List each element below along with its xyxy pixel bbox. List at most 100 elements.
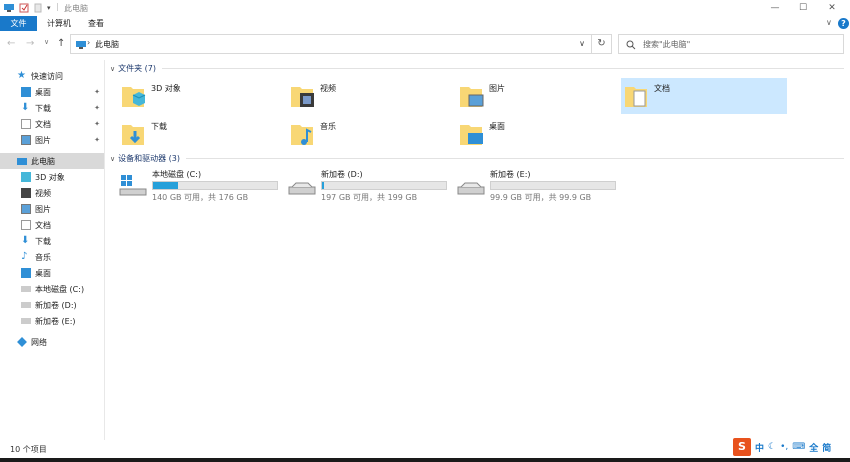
drive-c[interactable]: 本地磁盘 (C:) 140 GB 可用，共 176 GB — [116, 169, 286, 205]
documents-icon — [625, 87, 647, 107]
sidebar-item-documents-pc[interactable]: 文档 — [0, 217, 104, 233]
sidebar-item-pictures[interactable]: 图片 ✦ — [0, 132, 104, 148]
full-width-toggle[interactable]: 全 — [809, 441, 818, 454]
pin-icon[interactable]: ✦ — [94, 104, 100, 112]
sidebar-item-downloads-pc[interactable]: ⬇ 下载 — [0, 233, 104, 249]
folder-name: 图片 — [489, 84, 505, 93]
sidebar-item-this-pc[interactable]: 此电脑 — [0, 153, 104, 169]
up-arrow-icon[interactable]: ↑ — [57, 38, 65, 49]
address-bar[interactable]: › 此电脑 ∨ — [70, 34, 592, 54]
breadcrumb[interactable]: 此电脑 — [95, 39, 119, 50]
folder-videos[interactable]: 视频 — [287, 78, 453, 114]
collapse-chevron-icon[interactable]: ∨ — [110, 65, 115, 73]
search-input[interactable]: 搜索"此电脑" — [618, 34, 844, 54]
keyboard-icon[interactable]: ⌨ — [792, 442, 805, 452]
desktop-icon — [21, 268, 31, 278]
title-bar: ▾ | 此电脑 — ☐ ✕ — [0, 0, 850, 16]
folder-name: 下载 — [151, 122, 167, 131]
punctuation-icon[interactable]: •, — [780, 442, 788, 452]
breadcrumb-chevron-icon[interactable]: › — [87, 38, 90, 47]
sidebar-item-desktop[interactable]: 桌面 ✦ — [0, 84, 104, 100]
search-placeholder: 搜索"此电脑" — [643, 40, 691, 49]
sidebar-item-3d-objects[interactable]: 3D 对象 — [0, 169, 104, 185]
drive-e[interactable]: 新加卷 (E:) 99.9 GB 可用，共 99.9 GB — [454, 169, 624, 205]
sidebar-item-videos[interactable]: 视频 — [0, 185, 104, 201]
folder-music[interactable]: 音乐 — [287, 116, 453, 152]
sidebar-item-label: 下载 — [35, 103, 51, 113]
recent-dropdown-icon[interactable]: ∨ — [44, 38, 49, 46]
sidebar-item-label: 新加卷 (D:) — [35, 300, 77, 310]
drive-name: 新加卷 (E:) — [490, 170, 531, 179]
status-item-count: 10 个项目 — [10, 445, 47, 454]
document-icon — [21, 119, 31, 129]
sidebar-item-label: 桌面 — [35, 268, 51, 278]
sidebar-item-drive-c[interactable]: 本地磁盘 (C:) — [0, 281, 104, 297]
sidebar-item-drive-e[interactable]: 新加卷 (E:) — [0, 313, 104, 329]
folders-group-title: 文件夹 (7) — [118, 64, 156, 73]
drive-free-space: 140 GB 可用，共 176 GB — [152, 193, 249, 202]
folders-group-header[interactable]: ∨ 文件夹 (7) — [110, 63, 156, 74]
sidebar-item-label: 桌面 — [35, 87, 51, 97]
forward-arrow-icon[interactable]: → — [26, 38, 34, 49]
customize-toolbar-icon[interactable]: ▾ — [47, 4, 51, 12]
folder-name: 音乐 — [320, 122, 336, 131]
sidebar-item-network[interactable]: 网络 — [0, 334, 104, 350]
sidebar-item-label: 下载 — [35, 236, 51, 246]
drive-usage-fill — [153, 182, 178, 189]
folder-downloads[interactable]: 下载 — [118, 116, 284, 152]
sidebar-item-quick-access[interactable]: ★ 快速访问 — [0, 68, 104, 84]
drive-usage-bar — [152, 181, 278, 190]
help-icon[interactable]: ? — [838, 18, 849, 29]
folder-documents[interactable]: 文档 — [621, 78, 787, 114]
back-arrow-icon[interactable]: ← — [7, 38, 15, 49]
3d-objects-icon — [122, 87, 146, 107]
address-row: ← → ∨ ↑ › 此电脑 ∨ ↻ 搜索"此电脑" — [0, 32, 850, 56]
folder-pictures[interactable]: 图片 — [456, 78, 622, 114]
sidebar-item-drive-d[interactable]: 新加卷 (D:) — [0, 297, 104, 313]
sidebar-item-label: 3D 对象 — [35, 172, 65, 182]
tab-computer[interactable]: 计算机 — [40, 16, 78, 31]
folder-3d-objects[interactable]: 3D 对象 — [118, 78, 284, 114]
sidebar-item-label: 新加卷 (E:) — [35, 316, 76, 326]
sidebar-item-music[interactable]: ♪ 音乐 — [0, 249, 104, 265]
collapse-chevron-icon[interactable]: ∨ — [110, 155, 115, 163]
sidebar-item-pictures-pc[interactable]: 图片 — [0, 201, 104, 217]
downloads-icon — [122, 125, 144, 145]
sogou-logo-icon[interactable]: S — [733, 438, 751, 456]
drive-icon — [457, 182, 485, 195]
pin-icon[interactable]: ✦ — [94, 88, 100, 96]
maximize-button[interactable]: ☐ — [788, 1, 818, 15]
sidebar-item-downloads[interactable]: ⬇ 下载 ✦ — [0, 100, 104, 116]
picture-icon — [21, 204, 31, 214]
new-folder-icon[interactable] — [33, 3, 43, 13]
sidebar-item-documents[interactable]: 文档 ✦ — [0, 116, 104, 132]
ime-toolbar: S 中 ☾ •, ⌨ 全 简 — [733, 438, 831, 456]
close-button[interactable]: ✕ — [817, 1, 847, 15]
ime-mode-chinese[interactable]: 中 — [755, 441, 764, 454]
this-pc-icon — [17, 157, 27, 165]
drive-usage-bar — [490, 181, 616, 190]
tab-view[interactable]: 查看 — [80, 16, 112, 31]
drive-icon — [21, 318, 31, 324]
simplified-toggle[interactable]: 简 — [822, 441, 831, 454]
sidebar-item-desktop-pc[interactable]: 桌面 — [0, 265, 104, 281]
pin-icon[interactable]: ✦ — [94, 136, 100, 144]
drives-group-header[interactable]: ∨ 设备和驱动器 (3) — [110, 153, 180, 164]
drive-d[interactable]: 新加卷 (D:) 197 GB 可用，共 199 GB — [285, 169, 455, 205]
tab-file[interactable]: 文件 — [0, 16, 37, 31]
ribbon-expand-icon[interactable]: ∨ — [826, 18, 832, 27]
sidebar-item-label: 文档 — [35, 119, 51, 129]
moon-icon[interactable]: ☾ — [768, 442, 776, 452]
sidebar-item-label: 音乐 — [35, 252, 51, 262]
folder-desktop[interactable]: 桌面 — [456, 116, 622, 152]
minimize-button[interactable]: — — [760, 1, 790, 15]
music-icon — [291, 125, 313, 145]
document-icon — [21, 220, 31, 230]
sidebar-item-label: 网络 — [31, 337, 47, 347]
refresh-button[interactable]: ↻ — [592, 34, 612, 54]
properties-icon[interactable] — [19, 3, 29, 13]
address-dropdown-icon[interactable]: ∨ — [579, 39, 585, 48]
search-icon — [626, 40, 636, 50]
ribbon-tabs: 文件 计算机 查看 ∨ ? — [0, 16, 850, 31]
pin-icon[interactable]: ✦ — [94, 120, 100, 128]
